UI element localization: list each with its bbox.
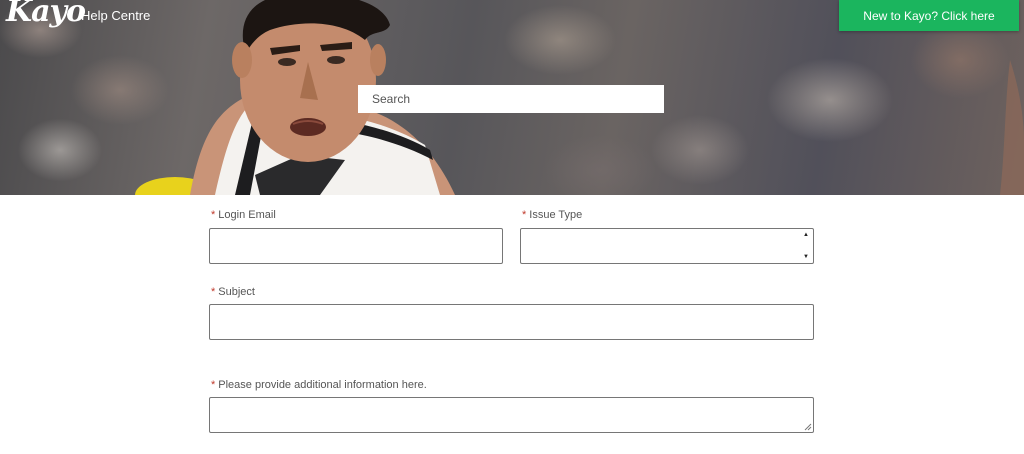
help-centre-title: Help Centre	[81, 8, 151, 23]
login-email-field[interactable]	[209, 228, 503, 264]
required-marker: *	[522, 209, 527, 221]
additional-info-textarea[interactable]	[209, 397, 814, 433]
issue-type-select[interactable]: ▲ ▼	[520, 228, 814, 264]
kayo-logo[interactable]: Kayo	[6, 0, 86, 29]
login-email-label: * Login Email	[211, 209, 276, 221]
subject-label: * Subject	[211, 286, 255, 298]
search-input[interactable]	[358, 85, 664, 113]
additional-info-label: * Please provide additional information h…	[211, 379, 427, 391]
new-to-kayo-button[interactable]: New to Kayo? Click here	[839, 0, 1019, 31]
hero-banner: Kayo Help Centre New to Kayo? Click here	[0, 0, 1024, 195]
resize-handle-icon[interactable]	[804, 423, 812, 431]
select-spinner-icon: ▲ ▼	[803, 232, 809, 260]
required-marker: *	[211, 379, 216, 391]
required-marker: *	[211, 209, 216, 221]
subject-field[interactable]	[209, 304, 814, 340]
issue-type-label: * Issue Type	[522, 209, 583, 221]
required-marker: *	[211, 286, 216, 298]
